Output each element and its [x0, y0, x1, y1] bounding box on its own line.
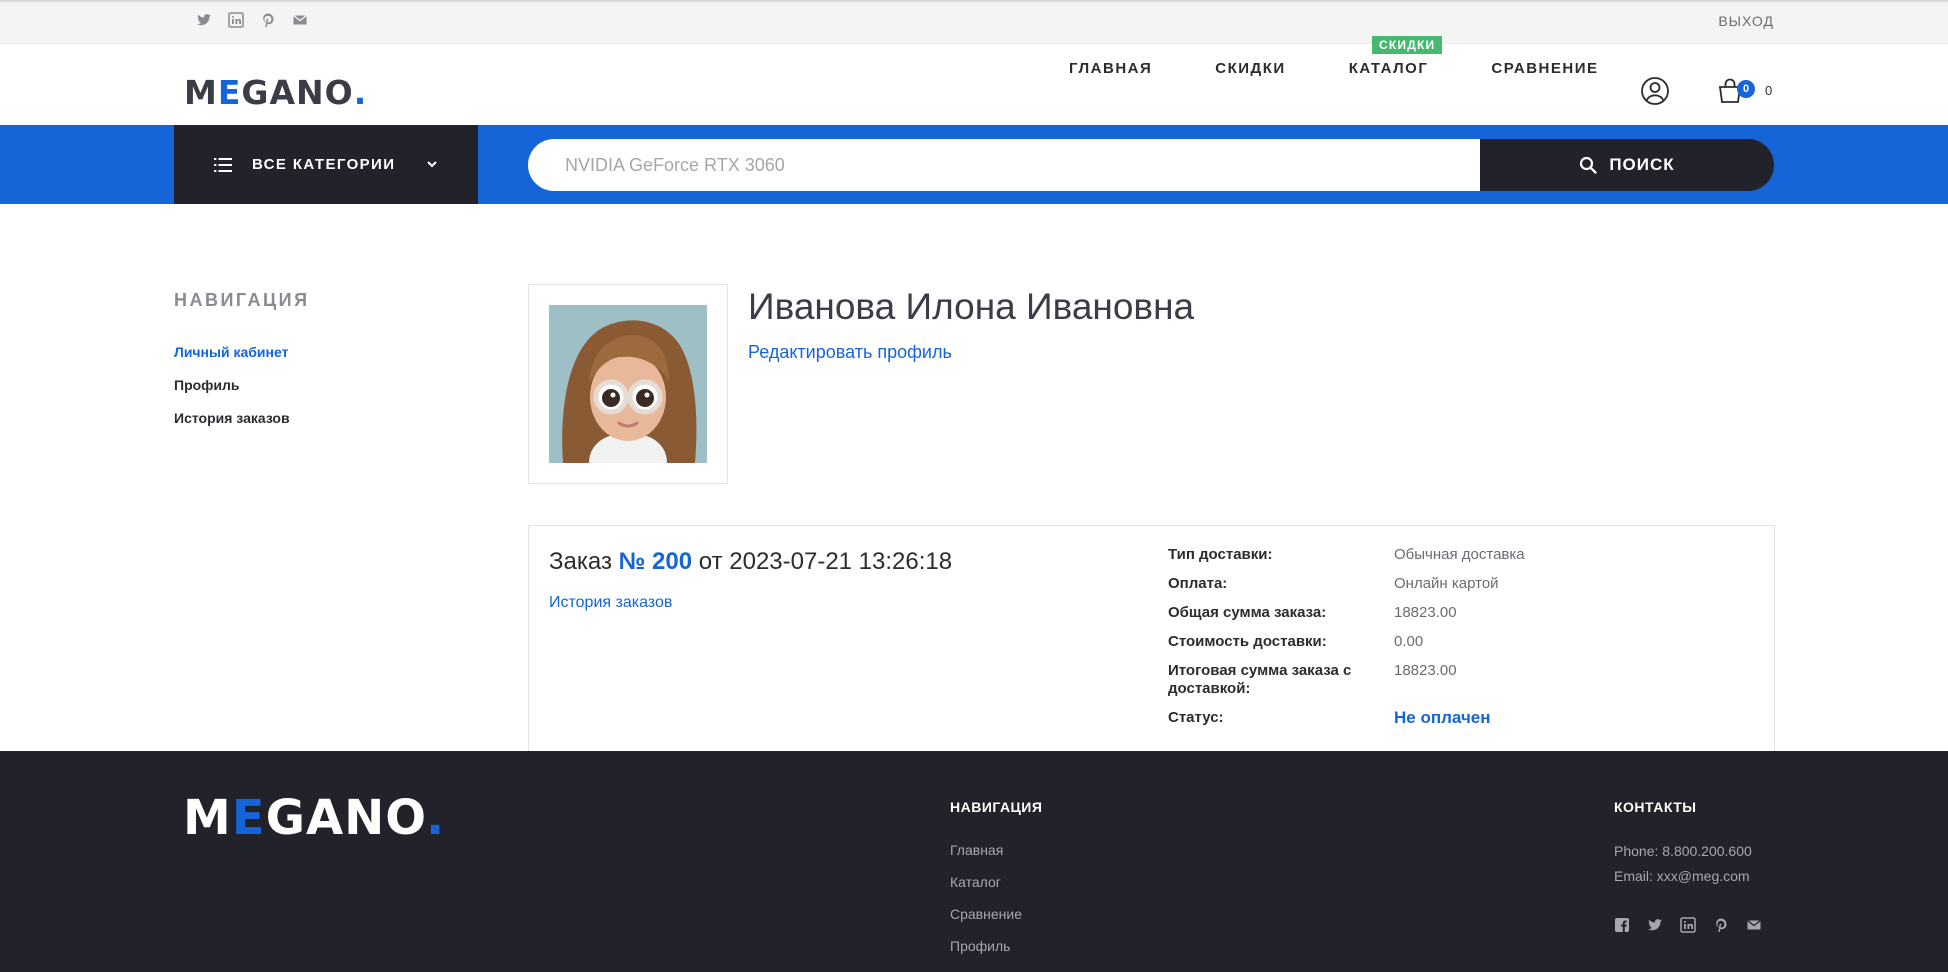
mail-icon[interactable] — [292, 12, 308, 28]
order-status-label: Статус: — [1168, 709, 1224, 726]
nav-link-catalog[interactable]: КАТАЛОГ — [1349, 60, 1429, 77]
footer-logo-letter-m: M — [183, 790, 232, 846]
footer-link-profile[interactable]: Профиль — [950, 938, 1010, 954]
delivery-type-label: Тип доставки: — [1168, 546, 1273, 563]
avatar-frame — [528, 284, 728, 484]
order-history-link[interactable]: История заказов — [549, 594, 672, 612]
footer-email: Email: xxx@meg.com — [1614, 868, 1750, 884]
main-navigation: ГЛАВНАЯ СКИДКИ КАТАЛОГ СРАВНЕНИЕ — [1069, 60, 1599, 77]
search-input[interactable] — [528, 139, 1481, 191]
sidebar-item-order-history: История заказов — [174, 410, 290, 428]
delivery-cost-value: 0.00 — [1394, 633, 1424, 650]
list-icon — [214, 157, 232, 173]
order-detail-row: Оплата: Онлайн картой — [1168, 575, 1525, 593]
linkedin-icon[interactable] — [1680, 917, 1696, 933]
pinterest-icon[interactable] — [260, 12, 276, 28]
linkedin-icon[interactable] — [228, 12, 244, 28]
order-card: Заказ № 200 от 2023-07-21 13:26:18 Истор… — [528, 525, 1775, 755]
avatar — [549, 305, 707, 463]
order-detail-row: Общая сумма заказа: 18823.00 — [1168, 604, 1525, 622]
payment-value: Онлайн картой — [1394, 575, 1499, 592]
order-title-prefix: Заказ — [549, 548, 612, 575]
all-categories-label: ВСЕ КАТЕГОРИИ — [252, 156, 396, 173]
logo-text: MEGANO — [184, 73, 354, 112]
footer-link-home[interactable]: Главная — [950, 842, 1003, 858]
footer-nav-item: Главная — [950, 842, 1022, 859]
order-detail-row: Стоимость доставки: 0.00 — [1168, 633, 1525, 651]
order-detail-row: Статус: Не оплачен — [1168, 709, 1525, 727]
footer-phone: Phone: 8.800.200.600 — [1614, 843, 1752, 859]
order-detail-row: Тип доставки: Обычная доставка — [1168, 546, 1525, 564]
order-detail-row: Итоговая сумма заказа с доставкой: 18823… — [1168, 662, 1525, 698]
sidebar-link-order-history[interactable]: История заказов — [174, 410, 290, 426]
logo-letter-m: M — [184, 73, 218, 112]
nav-link-sales[interactable]: СКИДКИ — [1215, 60, 1285, 77]
sidebar-item-account: Личный кабинет — [174, 344, 290, 362]
footer-nav-item: Профиль — [950, 938, 1022, 955]
footer-nav-item: Сравнение — [950, 906, 1022, 923]
order-status-value: Не оплачен — [1394, 708, 1491, 727]
footer-logo-letters-gano: GANO — [265, 790, 427, 846]
order-title: Заказ № 200 от 2023-07-21 13:26:18 — [549, 548, 952, 576]
order-total-value: 18823.00 — [1394, 662, 1457, 679]
search-button[interactable]: ПОИСК — [1480, 139, 1774, 191]
logo-dot: . — [353, 73, 367, 112]
site-footer: MEGANO. НАВИГАЦИЯ Главная Каталог Сравне… — [0, 751, 1948, 972]
user-account-icon[interactable] — [1640, 76, 1670, 106]
order-sum-label: Общая сумма заказа: — [1168, 604, 1327, 621]
profile-name: Иванова Илона Ивановна — [748, 286, 1195, 327]
delivery-type-value: Обычная доставка — [1394, 546, 1525, 563]
order-details: Тип доставки: Обычная доставка Оплата: О… — [1168, 546, 1525, 738]
nav-link-home[interactable]: ГЛАВНАЯ — [1069, 60, 1152, 77]
facebook-icon[interactable] — [1614, 917, 1630, 933]
search-button-label: ПОИСК — [1609, 155, 1675, 174]
order-total-label: Итоговая сумма заказа с доставкой: — [1168, 662, 1352, 697]
sidebar-item-profile: Профиль — [174, 377, 290, 395]
footer-link-compare[interactable]: Сравнение — [950, 906, 1022, 922]
sidebar-link-account[interactable]: Личный кабинет — [174, 344, 288, 360]
footer-navigation: Главная Каталог Сравнение Профиль — [950, 842, 1022, 970]
delivery-cost-label: Стоимость доставки: — [1168, 633, 1327, 650]
footer-nav-title: НАВИГАЦИЯ — [950, 799, 1043, 815]
footer-contacts-title: КОНТАКТЫ — [1614, 799, 1697, 815]
footer-social-links — [1614, 917, 1762, 933]
chevron-down-icon — [426, 157, 438, 169]
sidebar-link-profile[interactable]: Профиль — [174, 377, 240, 393]
logo-letters-gano: GANO — [241, 73, 354, 112]
footer-link-catalog[interactable]: Каталог — [950, 874, 1001, 890]
sale-badge: СКИДКИ — [1372, 36, 1443, 54]
cart-count-badge: 0 — [1737, 80, 1755, 98]
sidebar-title: НАВИГАЦИЯ — [174, 290, 310, 310]
header-social-links — [196, 12, 308, 28]
edit-profile-link[interactable]: Редактировать профиль — [748, 342, 952, 363]
pinterest-icon[interactable] — [1713, 917, 1729, 933]
footer-nav-item: Каталог — [950, 874, 1022, 891]
all-categories-button[interactable]: ВСЕ КАТЕГОРИИ — [174, 125, 478, 204]
order-sum-value: 18823.00 — [1394, 604, 1457, 621]
footer-logo[interactable]: MEGANO. — [183, 790, 445, 846]
sidebar-menu: Личный кабинет Профиль История заказов — [174, 344, 290, 443]
twitter-icon[interactable] — [1647, 917, 1663, 933]
top-utility-bar: ВЫХОД — [0, 0, 1948, 44]
nav-link-compare[interactable]: СРАВНЕНИЕ — [1491, 60, 1598, 77]
footer-logo-letter-e: E — [231, 790, 266, 846]
logo-letter-e: E — [217, 73, 242, 112]
search-icon — [1579, 156, 1598, 174]
mail-icon[interactable] — [1746, 917, 1762, 933]
footer-logo-dot: . — [426, 790, 446, 846]
site-logo[interactable]: MEGANO. — [184, 73, 366, 112]
logout-link[interactable]: ВЫХОД — [1718, 13, 1774, 29]
order-number-link[interactable]: № 200 — [619, 548, 692, 575]
cart-total: 0 — [1765, 83, 1773, 98]
payment-label: Оплата: — [1168, 575, 1228, 592]
search-band: ВСЕ КАТЕГОРИИ ПОИСК — [0, 125, 1948, 204]
twitter-icon[interactable] — [196, 12, 212, 28]
order-date: от 2023-07-21 13:26:18 — [698, 548, 953, 575]
